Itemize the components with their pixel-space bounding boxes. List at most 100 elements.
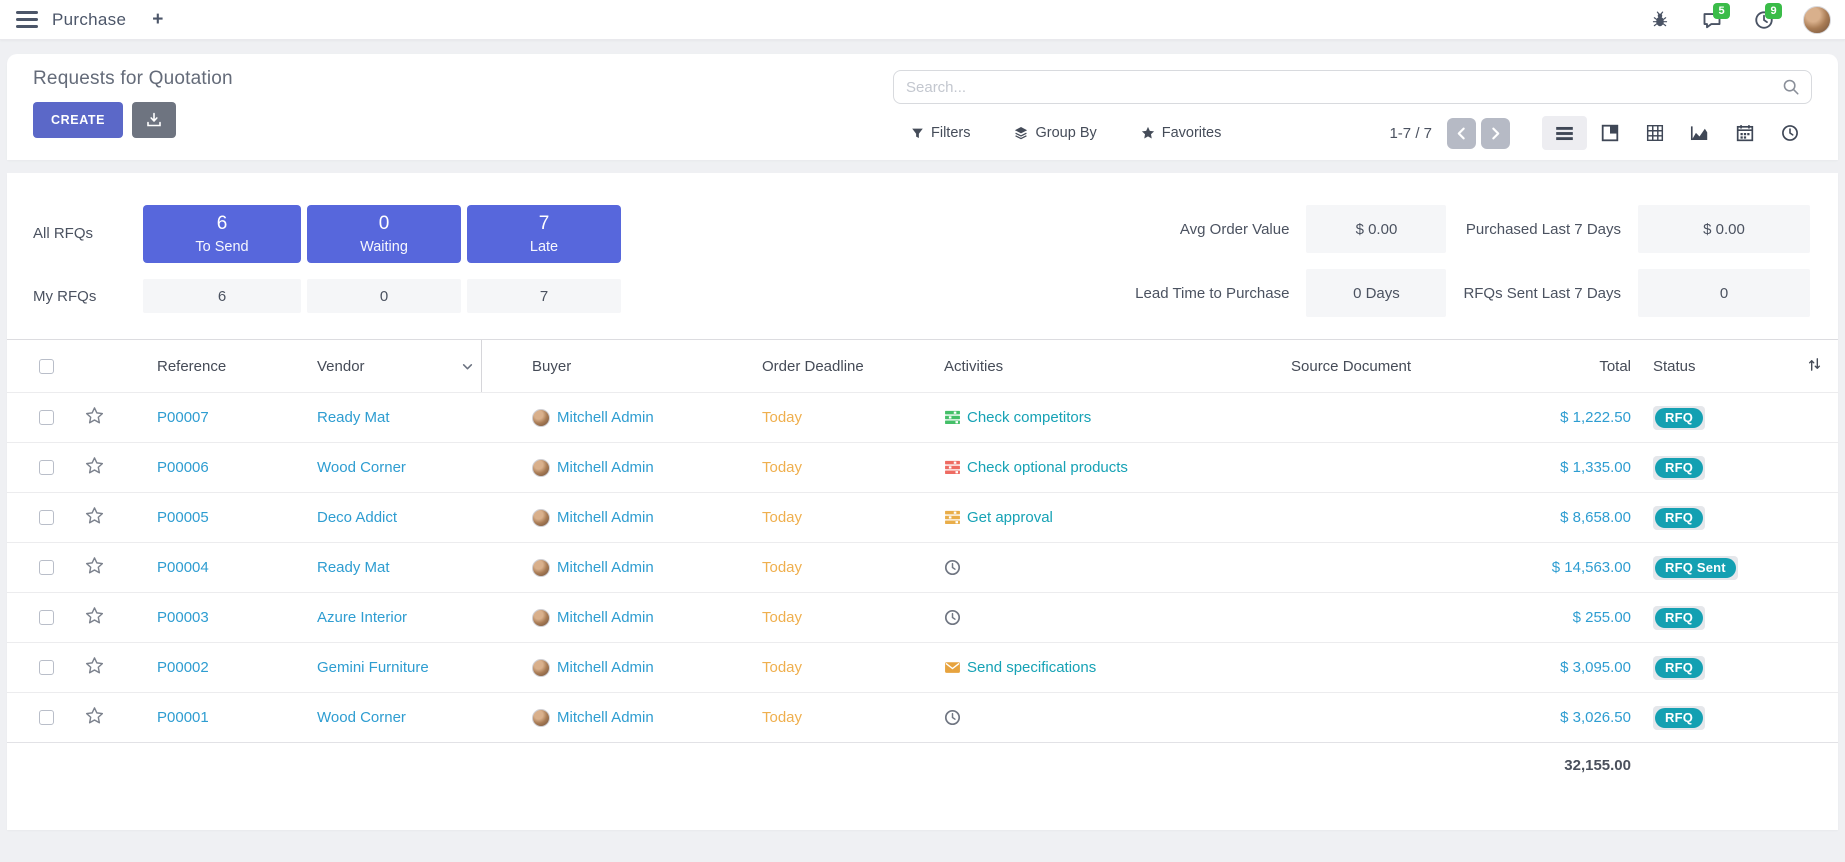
- pager-next-button[interactable]: [1481, 118, 1510, 149]
- rfq-reference-link[interactable]: P00001: [107, 709, 267, 726]
- debug-bug-icon[interactable]: [1647, 7, 1673, 33]
- search-icon[interactable]: [1782, 78, 1800, 100]
- activity-cell[interactable]: Check competitors: [894, 409, 1241, 426]
- order-deadline[interactable]: Today: [712, 709, 894, 726]
- column-header-activities[interactable]: Activities: [894, 358, 1241, 375]
- table-row[interactable]: P00002 Gemini Furniture Mitchell Admin T…: [7, 642, 1838, 692]
- table-row[interactable]: P00001 Wood Corner Mitchell Admin Today …: [7, 692, 1838, 742]
- order-deadline[interactable]: Today: [712, 509, 894, 526]
- user-avatar[interactable]: [1803, 6, 1831, 34]
- row-checkbox[interactable]: [39, 660, 54, 675]
- buyer-cell[interactable]: Mitchell Admin: [482, 559, 712, 577]
- table-row[interactable]: P00007 Ready Mat Mitchell Admin Today Ch…: [7, 392, 1838, 442]
- select-all-checkbox[interactable]: [39, 359, 54, 374]
- buyer-name: Mitchell Admin: [557, 609, 654, 626]
- buyer-cell[interactable]: Mitchell Admin: [482, 709, 712, 727]
- vendor-link[interactable]: Azure Interior: [267, 609, 482, 626]
- column-header-status[interactable]: Status: [1631, 358, 1781, 375]
- new-tab-button[interactable]: +: [152, 9, 163, 31]
- row-checkbox[interactable]: [39, 560, 54, 575]
- my-to-send-cell[interactable]: 6: [143, 279, 301, 313]
- group-by-button[interactable]: Group By: [1014, 125, 1096, 141]
- order-deadline[interactable]: Today: [712, 609, 894, 626]
- apps-menu-icon[interactable]: [16, 11, 38, 28]
- rfq-reference-link[interactable]: P00004: [107, 559, 267, 576]
- rfq-reference-link[interactable]: P00002: [107, 659, 267, 676]
- order-deadline[interactable]: Today: [712, 459, 894, 476]
- activity-label[interactable]: Send specifications: [967, 659, 1096, 676]
- rfq-reference-link[interactable]: P00003: [107, 609, 267, 626]
- kanban-view-button[interactable]: [1587, 116, 1632, 150]
- table-row[interactable]: P00003 Azure Interior Mitchell Admin Tod…: [7, 592, 1838, 642]
- buyer-cell[interactable]: Mitchell Admin: [482, 509, 712, 527]
- buyer-cell[interactable]: Mitchell Admin: [482, 459, 712, 477]
- filters-button[interactable]: Filters: [911, 125, 970, 141]
- favorites-button[interactable]: Favorites: [1141, 125, 1222, 141]
- late-stat-button[interactable]: 7 Late: [467, 205, 621, 263]
- activity-cell[interactable]: [894, 559, 1241, 576]
- activity-cell[interactable]: [894, 609, 1241, 626]
- favorite-star-icon[interactable]: [85, 606, 104, 625]
- search-input[interactable]: [893, 70, 1812, 104]
- vendor-link[interactable]: Gemini Furniture: [267, 659, 482, 676]
- row-checkbox[interactable]: [39, 510, 54, 525]
- column-header-source[interactable]: Source Document: [1241, 358, 1531, 375]
- to-send-stat-button[interactable]: 6 To Send: [143, 205, 301, 263]
- order-deadline[interactable]: Today: [712, 409, 894, 426]
- table-row[interactable]: P00004 Ready Mat Mitchell Admin Today $ …: [7, 542, 1838, 592]
- activities-menu[interactable]: 9: [1751, 7, 1777, 33]
- my-waiting-cell[interactable]: 0: [307, 279, 461, 313]
- vendor-link[interactable]: Deco Addict: [267, 509, 482, 526]
- vendor-link[interactable]: Wood Corner: [267, 709, 482, 726]
- activity-label[interactable]: Get approval: [967, 509, 1053, 526]
- order-deadline[interactable]: Today: [712, 659, 894, 676]
- favorite-star-icon[interactable]: [85, 556, 104, 575]
- buyer-cell[interactable]: Mitchell Admin: [482, 609, 712, 627]
- messages-menu[interactable]: 5: [1699, 7, 1725, 33]
- order-deadline[interactable]: Today: [712, 559, 894, 576]
- table-row[interactable]: P00006 Wood Corner Mitchell Admin Today …: [7, 442, 1838, 492]
- app-name[interactable]: Purchase: [52, 10, 126, 30]
- vendor-link[interactable]: Ready Mat: [267, 559, 482, 576]
- favorite-star-icon[interactable]: [85, 506, 104, 525]
- list-view-button[interactable]: [1542, 116, 1587, 150]
- row-checkbox[interactable]: [39, 410, 54, 425]
- vendor-link[interactable]: Ready Mat: [267, 409, 482, 426]
- calendar-view-button[interactable]: [1722, 116, 1767, 150]
- column-header-total[interactable]: Total: [1531, 358, 1631, 375]
- waiting-stat-button[interactable]: 0 Waiting: [307, 205, 461, 263]
- pager-previous-button[interactable]: [1447, 118, 1476, 149]
- column-header-vendor[interactable]: Vendor: [267, 340, 482, 392]
- activity-view-button[interactable]: [1767, 116, 1812, 150]
- row-checkbox[interactable]: [39, 460, 54, 475]
- table-row[interactable]: P00005 Deco Addict Mitchell Admin Today …: [7, 492, 1838, 542]
- activity-cell[interactable]: Get approval: [894, 509, 1241, 526]
- vendor-link[interactable]: Wood Corner: [267, 459, 482, 476]
- create-button[interactable]: CREATE: [33, 102, 123, 138]
- activity-cell[interactable]: Send specifications: [894, 659, 1241, 676]
- activity-cell[interactable]: [894, 709, 1241, 726]
- optional-columns-icon[interactable]: [1807, 357, 1822, 376]
- rfq-reference-link[interactable]: P00006: [107, 459, 267, 476]
- buyer-avatar: [532, 459, 550, 477]
- column-header-deadline[interactable]: Order Deadline: [712, 358, 894, 375]
- pivot-view-button[interactable]: [1632, 116, 1677, 150]
- activity-label[interactable]: Check optional products: [967, 459, 1128, 476]
- favorite-star-icon[interactable]: [85, 456, 104, 475]
- activity-label[interactable]: Check competitors: [967, 409, 1091, 426]
- favorite-star-icon[interactable]: [85, 406, 104, 425]
- row-checkbox[interactable]: [39, 610, 54, 625]
- buyer-cell[interactable]: Mitchell Admin: [482, 659, 712, 677]
- export-button[interactable]: [132, 102, 176, 138]
- column-header-buyer[interactable]: Buyer: [482, 358, 712, 375]
- row-checkbox[interactable]: [39, 710, 54, 725]
- rfq-reference-link[interactable]: P00007: [107, 409, 267, 426]
- favorite-star-icon[interactable]: [85, 656, 104, 675]
- graph-view-button[interactable]: [1677, 116, 1722, 150]
- rfq-reference-link[interactable]: P00005: [107, 509, 267, 526]
- my-late-cell[interactable]: 7: [467, 279, 621, 313]
- favorite-star-icon[interactable]: [85, 706, 104, 725]
- buyer-cell[interactable]: Mitchell Admin: [482, 409, 712, 427]
- activity-cell[interactable]: Check optional products: [894, 459, 1241, 476]
- column-header-reference[interactable]: Reference: [107, 358, 267, 375]
